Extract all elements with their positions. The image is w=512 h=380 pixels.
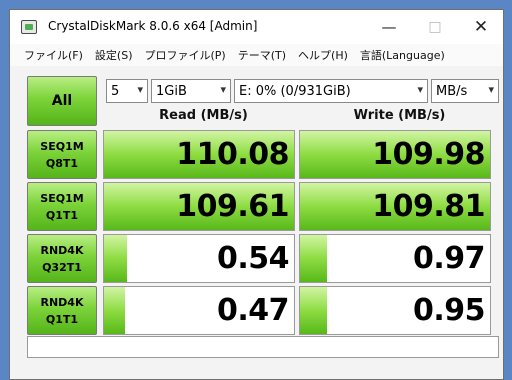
close-button[interactable]: ✕: [458, 10, 503, 44]
test-label-line1: RND4K: [40, 243, 84, 257]
read-result-rnd4k-q32t1: 0.54: [103, 234, 295, 283]
test-button-rnd4k-q32t1[interactable]: RND4K Q32T1: [27, 234, 97, 283]
read-result-seq1m-q1t1: 109.61: [103, 182, 295, 231]
test-button-seq1m-q1t1[interactable]: SEQ1M Q1T1: [27, 182, 97, 231]
chevron-down-icon: ▾: [137, 83, 143, 96]
unit-value: MB/s: [436, 83, 468, 99]
read-result-rnd4k-q1t1: 0.47: [103, 286, 295, 335]
window-title: CrystalDiskMark 8.0.6 x64 [Admin]: [48, 19, 258, 33]
chevron-down-icon: ▾: [220, 83, 226, 96]
drive-value: E: 0% (0/931GiB): [239, 83, 351, 99]
test-count-select[interactable]: 5 ▾: [106, 79, 148, 103]
write-result-rnd4k-q1t1: 0.95: [299, 286, 491, 335]
test-label-line2: Q1T1: [45, 208, 79, 222]
write-column-header: Write (MB/s): [353, 108, 446, 123]
run-all-button[interactable]: All: [27, 76, 97, 126]
test-label-line1: SEQ1M: [40, 191, 84, 205]
test-label-line2: Q8T1: [45, 156, 79, 170]
test-button-seq1m-q8t1[interactable]: SEQ1M Q8T1: [27, 130, 97, 179]
test-size-value: 1GiB: [156, 83, 187, 99]
menu-theme[interactable]: テーマ(T): [238, 47, 286, 63]
menu-language[interactable]: 言語(Language): [360, 47, 445, 63]
title-bar: CrystalDiskMark 8.0.6 x64 [Admin] — □ ✕: [10, 10, 503, 44]
menu-bar: ファイル(F) 設定(S) プロファイル(P) テーマ(T) ヘルプ(H) 言語…: [10, 44, 503, 66]
drive-select[interactable]: E: 0% (0/931GiB) ▾: [234, 79, 428, 103]
test-label-line1: SEQ1M: [40, 139, 84, 153]
maximize-button[interactable]: □: [412, 10, 458, 44]
menu-profile[interactable]: プロファイル(P): [145, 47, 226, 63]
read-value: 0.54: [216, 241, 290, 276]
read-value: 0.47: [216, 293, 290, 328]
write-result-rnd4k-q32t1: 0.97: [299, 234, 491, 283]
write-value: 109.81: [372, 189, 485, 224]
comment-field[interactable]: [27, 336, 499, 358]
read-bar: [104, 235, 127, 282]
app-window: CrystalDiskMark 8.0.6 x64 [Admin] — □ ✕ …: [9, 9, 504, 380]
unit-select[interactable]: MB/s ▾: [431, 79, 499, 103]
write-value: 109.98: [372, 137, 485, 172]
write-bar: [300, 235, 327, 282]
read-value: 110.08: [176, 137, 289, 172]
minimize-button[interactable]: —: [366, 10, 412, 44]
chevron-down-icon: ▾: [417, 83, 423, 96]
test-label-line1: RND4K: [40, 295, 84, 309]
read-value: 109.61: [176, 189, 289, 224]
test-label-line2: Q1T1: [45, 312, 79, 326]
app-icon: [21, 20, 37, 34]
test-button-rnd4k-q1t1[interactable]: RND4K Q1T1: [27, 286, 97, 335]
test-label-line2: Q32T1: [42, 260, 82, 274]
write-result-seq1m-q8t1: 109.98: [299, 130, 491, 179]
test-size-select[interactable]: 1GiB ▾: [151, 79, 231, 103]
write-value: 0.97: [412, 241, 486, 276]
chevron-down-icon: ▾: [488, 83, 494, 96]
read-bar: [104, 287, 125, 334]
write-bar: [300, 287, 327, 334]
test-count-value: 5: [111, 83, 120, 99]
menu-help[interactable]: ヘルプ(H): [298, 47, 348, 63]
menu-file[interactable]: ファイル(F): [24, 47, 83, 63]
write-result-seq1m-q1t1: 109.81: [299, 182, 491, 231]
read-column-header: Read (MB/s): [159, 108, 248, 123]
read-result-seq1m-q8t1: 110.08: [103, 130, 295, 179]
write-value: 0.95: [412, 293, 486, 328]
menu-settings[interactable]: 設定(S): [95, 47, 133, 63]
